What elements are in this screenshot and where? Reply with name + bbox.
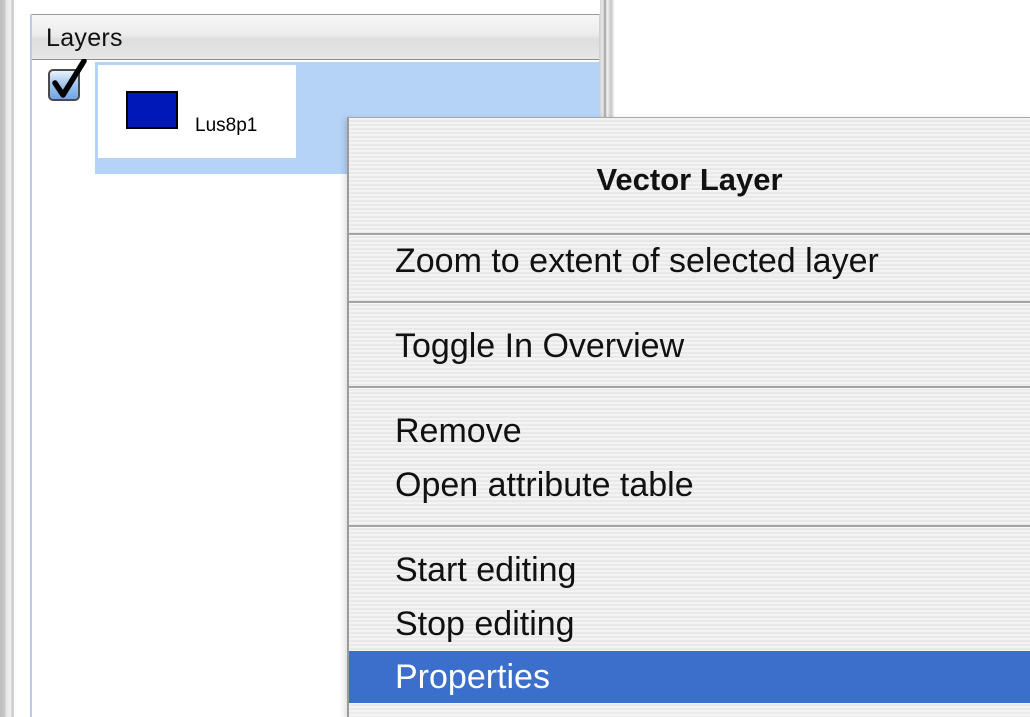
menu-item-remove[interactable]: Remove <box>349 405 1030 457</box>
menu-separator <box>349 386 1030 389</box>
menu-title: Vector Layer <box>596 162 783 197</box>
menu-separator <box>349 301 1030 304</box>
menu-item-toggle-in-overview[interactable]: Toggle In Overview <box>349 320 1030 372</box>
layer-item[interactable]: Lus8p1 <box>98 65 296 158</box>
layer-name: Lus8p1 <box>195 115 258 136</box>
layers-header-label: Layers <box>46 24 123 52</box>
menu-separator <box>349 525 1030 528</box>
menu-item-stop-editing[interactable]: Stop editing <box>349 598 1030 650</box>
window-edge <box>0 0 14 717</box>
menu-item-properties[interactable]: Properties <box>349 651 1030 703</box>
layers-header: Layers <box>32 14 599 60</box>
layer-context-menu: Vector Layer Zoom to extent of selected … <box>347 117 1030 717</box>
menu-item-zoom-to-extent[interactable]: Zoom to extent of selected layer <box>349 235 1030 287</box>
layer-color-swatch <box>126 91 178 129</box>
menu-item-open-attribute-table[interactable]: Open attribute table <box>349 459 1030 511</box>
layer-visibility-checkbox[interactable] <box>48 59 87 101</box>
checkmark-icon <box>52 59 87 98</box>
menu-item-start-editing[interactable]: Start editing <box>349 544 1030 596</box>
